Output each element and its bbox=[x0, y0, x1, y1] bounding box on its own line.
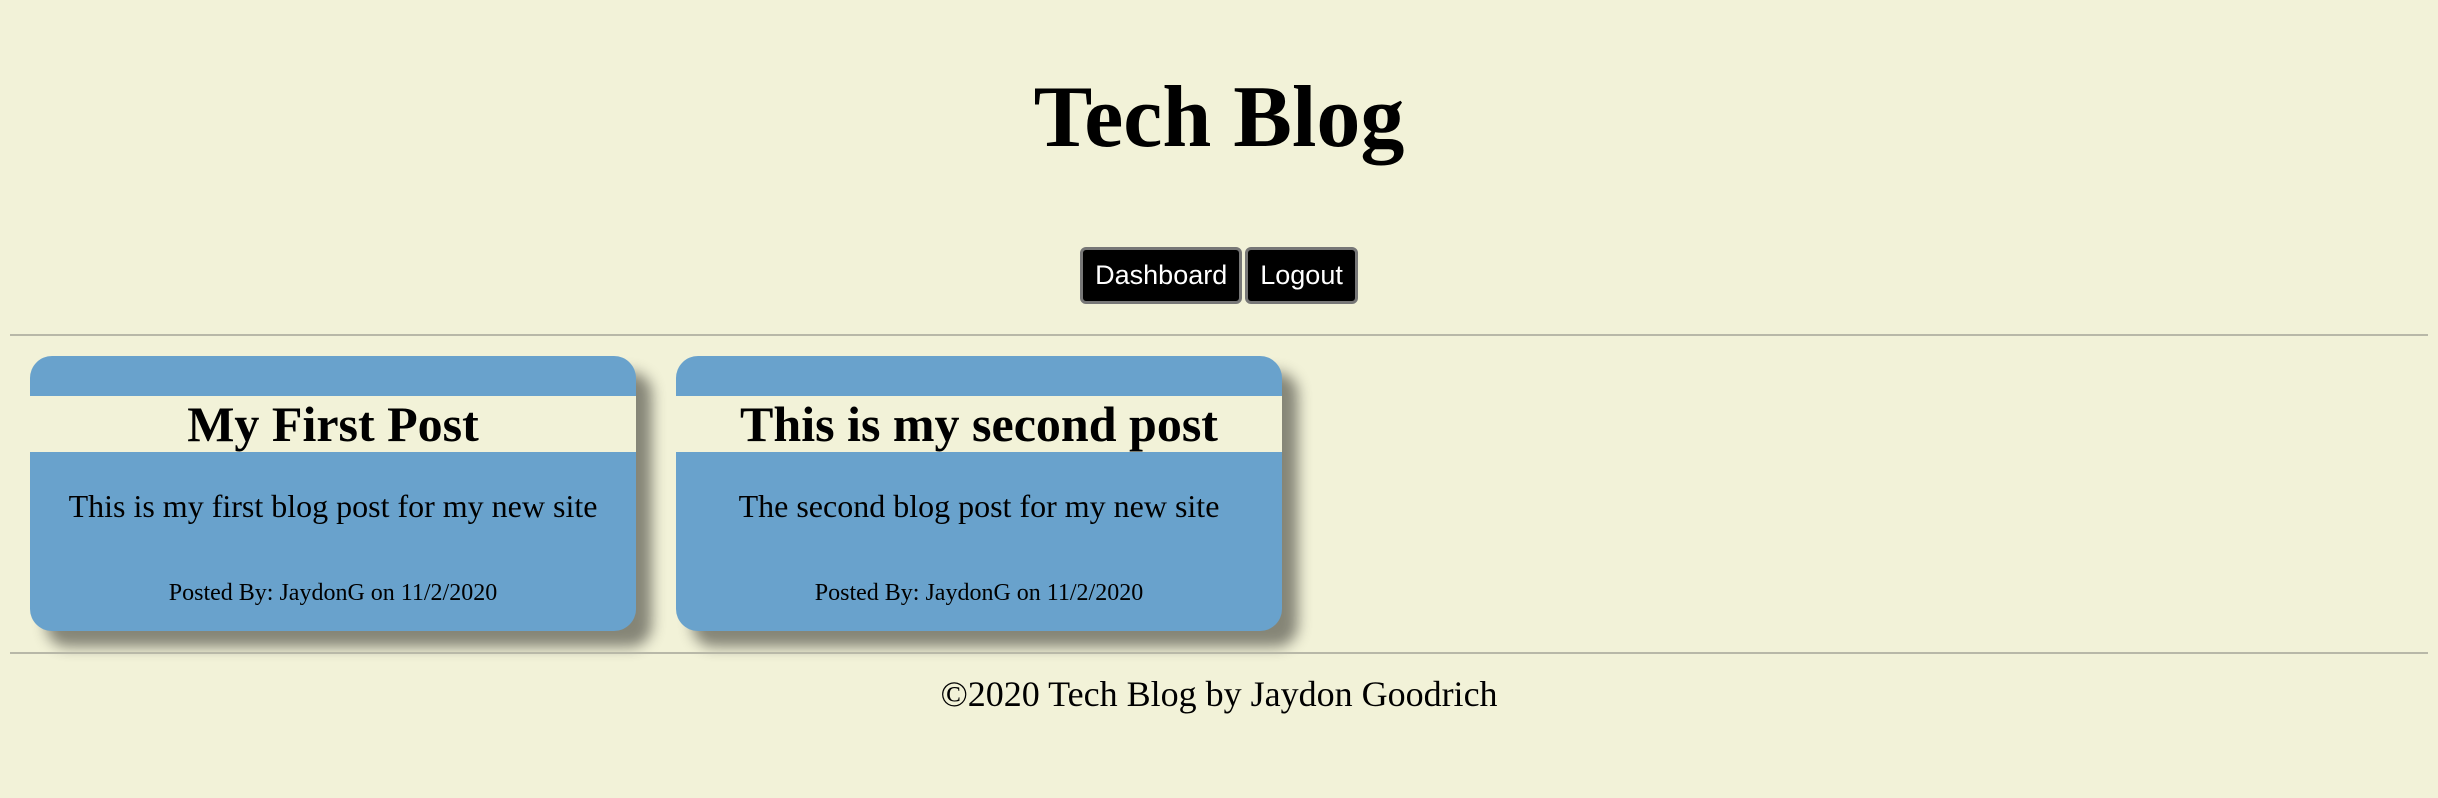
main-nav: Dashboard Logout bbox=[0, 247, 2438, 304]
site-title: Tech Blog bbox=[1033, 69, 1405, 166]
post-meta: Posted By: JaydonG on 11/2/2020 bbox=[168, 580, 498, 606]
post-title-bar: This is my second post bbox=[676, 396, 1282, 452]
logout-button[interactable]: Logout bbox=[1245, 247, 1358, 304]
post-title: This is my second post bbox=[740, 396, 1218, 452]
footer-divider bbox=[10, 652, 2428, 654]
post-title-bar: My First Post bbox=[30, 396, 636, 452]
post-body: This is my first blog post for my new si… bbox=[68, 488, 598, 524]
post-body: The second blog post for my new site bbox=[738, 488, 1220, 524]
post-list: My First Post This is my first blog post… bbox=[30, 356, 1282, 631]
post-card-2[interactable]: This is my second post The second blog p… bbox=[676, 356, 1282, 631]
post-title: My First Post bbox=[187, 396, 479, 452]
post-meta: Posted By: JaydonG on 11/2/2020 bbox=[814, 580, 1144, 606]
site-header: Tech Blog bbox=[0, 0, 2438, 170]
footer-text: ©2020 Tech Blog by Jaydon Goodrich bbox=[940, 674, 1498, 714]
header-divider bbox=[10, 334, 2428, 336]
dashboard-button[interactable]: Dashboard bbox=[1080, 247, 1243, 304]
post-card-1[interactable]: My First Post This is my first blog post… bbox=[30, 356, 636, 631]
site-footer: ©2020 Tech Blog by Jaydon Goodrich bbox=[0, 672, 2438, 716]
